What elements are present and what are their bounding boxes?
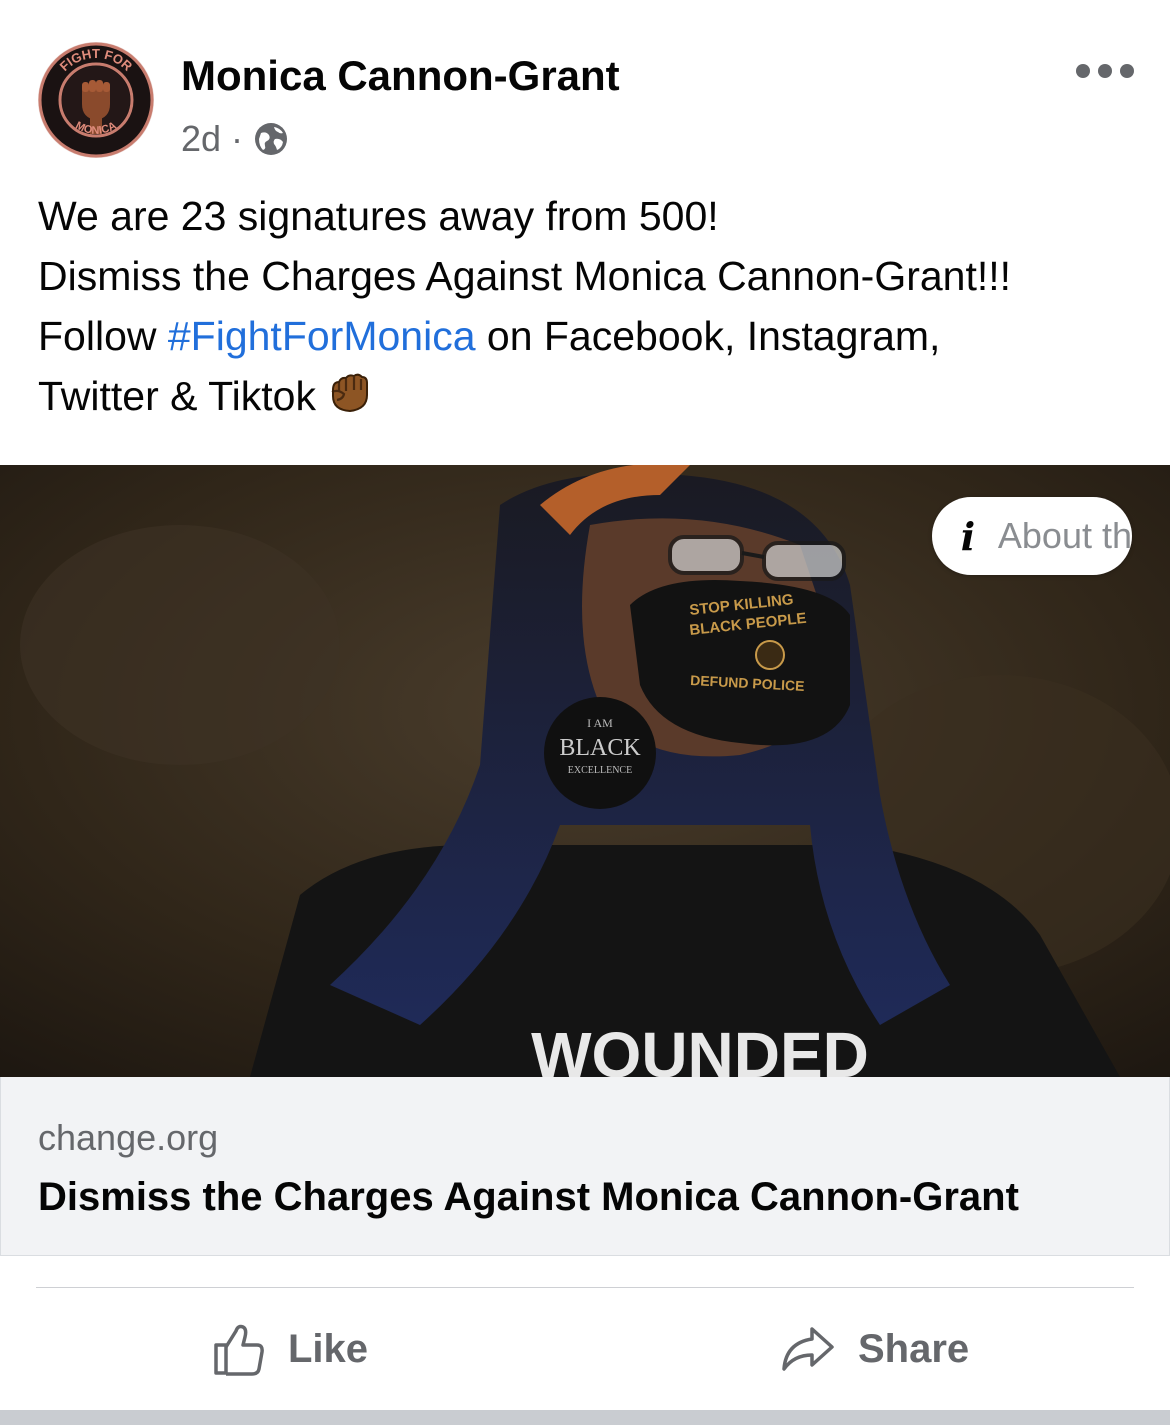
earring-text-3: EXCELLENCE bbox=[568, 765, 632, 776]
share-button[interactable]: Share bbox=[780, 1316, 969, 1382]
post-body: We are 23 signatures away from 500! Dism… bbox=[38, 186, 1148, 426]
meta-separator: · bbox=[231, 118, 244, 159]
post-actions: Like Share bbox=[0, 1288, 1170, 1410]
post-time[interactable]: 2d bbox=[181, 118, 221, 160]
hashtag-link[interactable]: #FightForMonica bbox=[168, 313, 476, 359]
link-title: Dismiss the Charges Against Monica Canno… bbox=[38, 1175, 1019, 1219]
more-options-button[interactable] bbox=[1076, 58, 1134, 84]
feed-separator bbox=[0, 1410, 1170, 1425]
like-button[interactable]: Like bbox=[210, 1316, 368, 1382]
fight-for-monica-logo: FIGHT FOR MONICA bbox=[38, 42, 154, 158]
about-this-link-button[interactable]: i About th bbox=[932, 497, 1132, 575]
link-card[interactable]: change.org Dismiss the Charges Against M… bbox=[0, 1077, 1170, 1256]
share-arrow-icon bbox=[782, 1327, 834, 1371]
shirt-text: WOUNDED bbox=[531, 1019, 869, 1077]
mask-emblem-icon bbox=[755, 640, 785, 670]
earring-text-1: I AM bbox=[587, 716, 613, 730]
follow-suffix: on Facebook, Instagram, bbox=[475, 313, 941, 359]
thumbs-up-icon bbox=[214, 1324, 264, 1376]
more-dot-icon bbox=[1076, 64, 1090, 78]
post-text-line: Follow #FightForMonica on Facebook, Inst… bbox=[38, 306, 1148, 366]
like-label: Like bbox=[288, 1326, 369, 1371]
globe-icon bbox=[253, 121, 289, 157]
link-domain: change.org bbox=[38, 1117, 219, 1158]
post-text-line: Dismiss the Charges Against Monica Canno… bbox=[38, 253, 1012, 299]
post-text-line: Twitter & Tiktok bbox=[38, 366, 1148, 426]
post-text-line: We are 23 signatures away from 500! bbox=[38, 193, 719, 239]
avatar[interactable]: FIGHT FOR MONICA bbox=[38, 42, 154, 158]
share-label: Share bbox=[858, 1326, 970, 1371]
last-line-text: Twitter & Tiktok bbox=[38, 373, 316, 419]
more-dot-icon bbox=[1120, 64, 1134, 78]
author-name[interactable]: Monica Cannon-Grant bbox=[181, 52, 620, 100]
post-meta: 2d · bbox=[181, 118, 289, 160]
follow-prefix: Follow bbox=[38, 313, 168, 359]
about-label: About th bbox=[997, 515, 1132, 556]
earring-text-2: BLACK bbox=[559, 735, 641, 761]
raised-fist-icon bbox=[324, 370, 374, 420]
more-dot-icon bbox=[1098, 64, 1112, 78]
post-header: FIGHT FOR MONICA Monica Cannon-Grant 2d … bbox=[0, 0, 1170, 170]
info-icon: i bbox=[960, 513, 976, 559]
